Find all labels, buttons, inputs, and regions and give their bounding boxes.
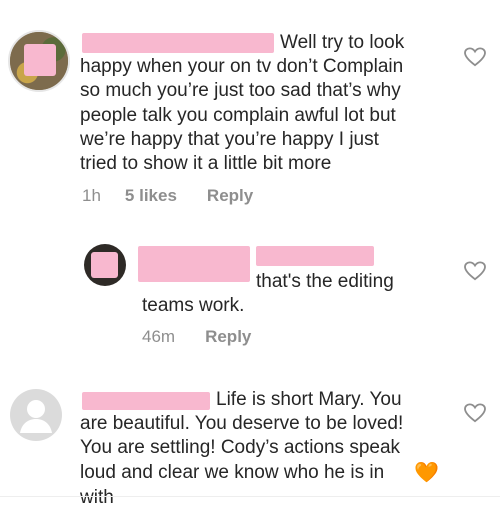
avatar[interactable] bbox=[84, 244, 126, 286]
comment-text: Life is short Mary. You are beautiful. Y… bbox=[80, 389, 404, 483]
username-redaction bbox=[256, 246, 374, 266]
comment-meta: 1h 5 likes Reply bbox=[82, 186, 253, 206]
comment-text-line1: that's the editing bbox=[256, 271, 394, 292]
like-heart-icon[interactable] bbox=[464, 47, 486, 67]
like-heart-icon[interactable] bbox=[464, 403, 486, 423]
comment-time: 1h bbox=[82, 186, 101, 205]
comment-2-reply: that's the editing teams work. 46m Reply bbox=[0, 230, 500, 360]
person-silhouette-icon bbox=[20, 400, 52, 433]
bottom-divider bbox=[0, 496, 500, 497]
username-redaction[interactable] bbox=[138, 246, 250, 282]
avatar-redaction bbox=[24, 44, 56, 76]
avatar-redaction bbox=[91, 252, 118, 278]
comment-text-line2: teams work. bbox=[142, 295, 245, 316]
comment-3: Life is short Mary. You are beautiful. Y… bbox=[0, 375, 500, 508]
comment-text: Well try to look happy when your on tv d… bbox=[80, 32, 405, 175]
comment-time: 46m bbox=[142, 327, 176, 346]
comment-meta: 46m Reply bbox=[142, 327, 251, 347]
reply-button[interactable]: Reply bbox=[207, 186, 253, 206]
like-heart-icon[interactable] bbox=[464, 261, 486, 281]
likes-count[interactable]: 5 likes bbox=[125, 186, 177, 206]
comment-1: Well try to look happy when your on tv d… bbox=[0, 0, 500, 215]
comment-text-overflow: with bbox=[80, 487, 114, 508]
avatar[interactable] bbox=[8, 30, 70, 92]
default-avatar-icon[interactable] bbox=[10, 389, 62, 441]
reply-button[interactable]: Reply bbox=[205, 327, 251, 347]
orange-heart-emoji: 🧡 bbox=[414, 462, 439, 484]
